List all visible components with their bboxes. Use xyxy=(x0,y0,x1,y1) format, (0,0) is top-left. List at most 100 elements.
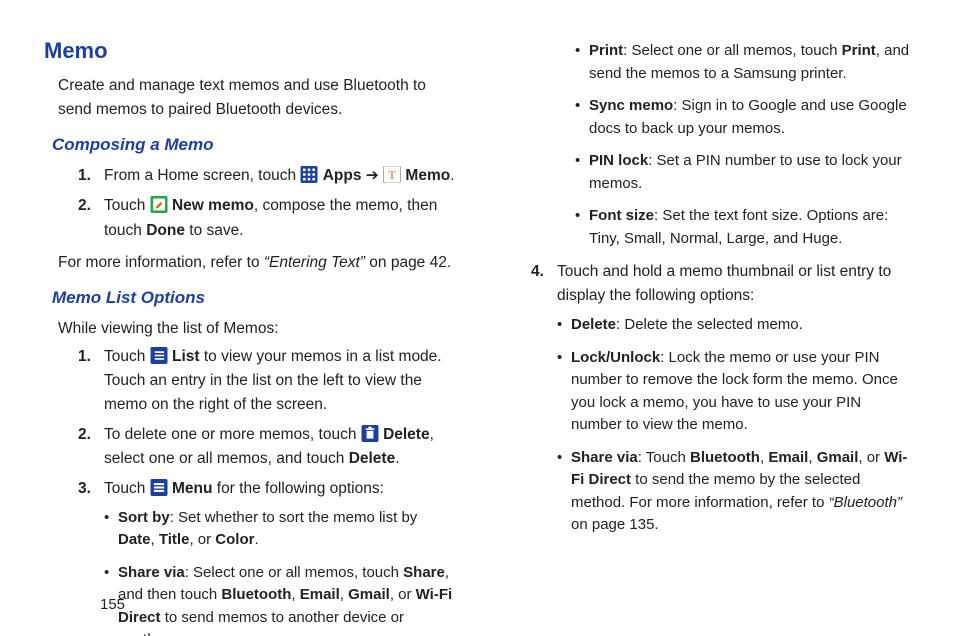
text: : Set whether to sort the memo list by xyxy=(170,509,418,526)
list-icon xyxy=(150,347,168,364)
text: on page 135. xyxy=(571,516,659,533)
bullet-sync-memo: Sync memo: Sign in to Google and use Goo… xyxy=(575,95,910,140)
step-text: To delete one or more memos, touch Delet… xyxy=(104,426,434,467)
bullet-print: Print: Select one or all memos, touch Pr… xyxy=(575,40,910,85)
text: : Touch xyxy=(638,449,690,466)
page-number: 155 xyxy=(100,593,125,616)
email-label: Email xyxy=(768,449,808,466)
gmail-label: Gmail xyxy=(348,586,390,603)
step-number: 1. xyxy=(78,164,91,188)
apps-icon xyxy=(300,166,318,183)
apps-label: Apps xyxy=(323,167,362,184)
text: , or xyxy=(858,449,884,466)
text: , or xyxy=(390,586,416,603)
bullet-share-via-2: Share via: Touch Bluetooth, Email, Gmail… xyxy=(557,447,910,537)
text: . xyxy=(450,167,454,184)
option-name: Font size xyxy=(589,207,654,224)
text: , xyxy=(808,449,816,466)
step-text: From a Home screen, touch Apps ➔ T Memo. xyxy=(104,167,455,184)
bullet-delete: Delete: Delete the selected memo. xyxy=(557,314,910,337)
step-number: 2. xyxy=(78,194,91,218)
option-name: Delete xyxy=(571,316,616,333)
text: . xyxy=(254,531,258,548)
memo-label: Memo xyxy=(405,167,450,184)
text: for the following options: xyxy=(212,480,383,497)
step-number: 2. xyxy=(78,423,91,447)
compose-step-2: 2. Touch New memo, compose the memo, the… xyxy=(78,194,457,242)
delete-label: Delete xyxy=(383,426,430,443)
bluetooth-label: Bluetooth xyxy=(690,449,760,466)
option-name: Share via xyxy=(571,449,638,466)
step-text: Touch Menu for the following options: xyxy=(104,480,384,497)
list-intro: While viewing the list of Memos: xyxy=(58,317,457,341)
bullet-lock-unlock: Lock/Unlock: Lock the memo or use your P… xyxy=(557,347,910,437)
list-step-1: 1. Touch List to view your memos in a li… xyxy=(78,345,457,417)
svg-text:T: T xyxy=(388,168,396,182)
list-step-4: 4. Touch and hold a memo thumbnail or li… xyxy=(531,260,910,537)
text: For more information, refer to xyxy=(58,254,264,271)
text: , xyxy=(151,531,159,548)
menu-icon xyxy=(150,479,168,496)
manual-page: Memo Create and manage text memos and us… xyxy=(0,0,954,636)
bullet-pin-lock: PIN lock: Set a PIN number to use to loc… xyxy=(575,150,910,195)
bluetooth-label: Bluetooth xyxy=(221,586,291,603)
text: to send memos to another device or anoth… xyxy=(118,609,404,636)
text: : Delete the selected memo. xyxy=(616,316,803,333)
arrow: ➔ xyxy=(366,167,383,184)
text: Touch xyxy=(104,480,150,497)
reference-entering-text: For more information, refer to “Entering… xyxy=(58,251,457,275)
option-name: PIN lock xyxy=(589,152,648,169)
text: To delete one or more memos, touch xyxy=(104,426,361,443)
gmail-label: Gmail xyxy=(817,449,859,466)
step-text: Touch New memo, compose the memo, then t… xyxy=(104,197,437,238)
step-number: 3. xyxy=(78,477,91,501)
text: Touch xyxy=(104,348,150,365)
subhead-composing: Composing a Memo xyxy=(52,132,457,158)
bullet-sort-by: Sort by: Set whether to sort the memo li… xyxy=(104,507,457,552)
column-left: Memo Create and manage text memos and us… xyxy=(44,34,457,616)
compose-step-1: 1. From a Home screen, touch Apps ➔ T Me… xyxy=(78,164,457,188)
text: . xyxy=(395,450,399,467)
delete-icon xyxy=(361,425,379,442)
list-step-3: 3. Touch Menu for the following options:… xyxy=(78,477,457,636)
bullet-share-via: Share via: Select one or all memos, touc… xyxy=(104,562,457,636)
title-label: Title xyxy=(159,531,190,548)
option-name: Sort by xyxy=(118,509,170,526)
subhead-list-options: Memo List Options xyxy=(52,285,457,311)
text: on page 42. xyxy=(365,254,451,271)
ref-quote: “Bluetooth” xyxy=(829,494,902,511)
new-memo-icon xyxy=(150,196,168,213)
column-right: Print: Select one or all memos, touch Pr… xyxy=(497,34,910,616)
step-text: Touch List to view your memos in a list … xyxy=(104,348,442,413)
option-name: Print xyxy=(589,42,623,59)
list-label: List xyxy=(172,348,200,365)
memo-icon: T xyxy=(383,166,401,183)
date-label: Date xyxy=(118,531,151,548)
section-intro: Create and manage text memos and use Blu… xyxy=(58,74,457,122)
print-label: Print xyxy=(842,42,876,59)
text: , xyxy=(291,586,299,603)
text: to save. xyxy=(185,222,244,239)
option-name: Sync memo xyxy=(589,97,673,114)
option-name: Lock/Unlock xyxy=(571,349,660,366)
menu-label: Menu xyxy=(172,480,212,497)
share-label: Share xyxy=(403,564,445,581)
bullet-font-size: Font size: Set the text font size. Optio… xyxy=(575,205,910,250)
text: , or xyxy=(189,531,215,548)
list-step-2: 2. To delete one or more memos, touch De… xyxy=(78,423,457,471)
step-number: 1. xyxy=(78,345,91,369)
new-memo-label: New memo xyxy=(172,197,254,214)
text: : Select one or all memos, touch xyxy=(185,564,403,581)
text: From a Home screen, touch xyxy=(104,167,300,184)
option-name: Share via xyxy=(118,564,185,581)
color-label: Color xyxy=(215,531,254,548)
step-number: 4. xyxy=(531,260,544,284)
email-label: Email xyxy=(300,586,340,603)
done-label: Done xyxy=(146,222,185,239)
ref-quote: “Entering Text” xyxy=(264,254,365,271)
text: Touch xyxy=(104,197,150,214)
text: , xyxy=(340,586,348,603)
text: : Select one or all memos, touch xyxy=(623,42,841,59)
section-title: Memo xyxy=(44,34,457,68)
step-text: Touch and hold a memo thumbnail or list … xyxy=(557,263,891,304)
